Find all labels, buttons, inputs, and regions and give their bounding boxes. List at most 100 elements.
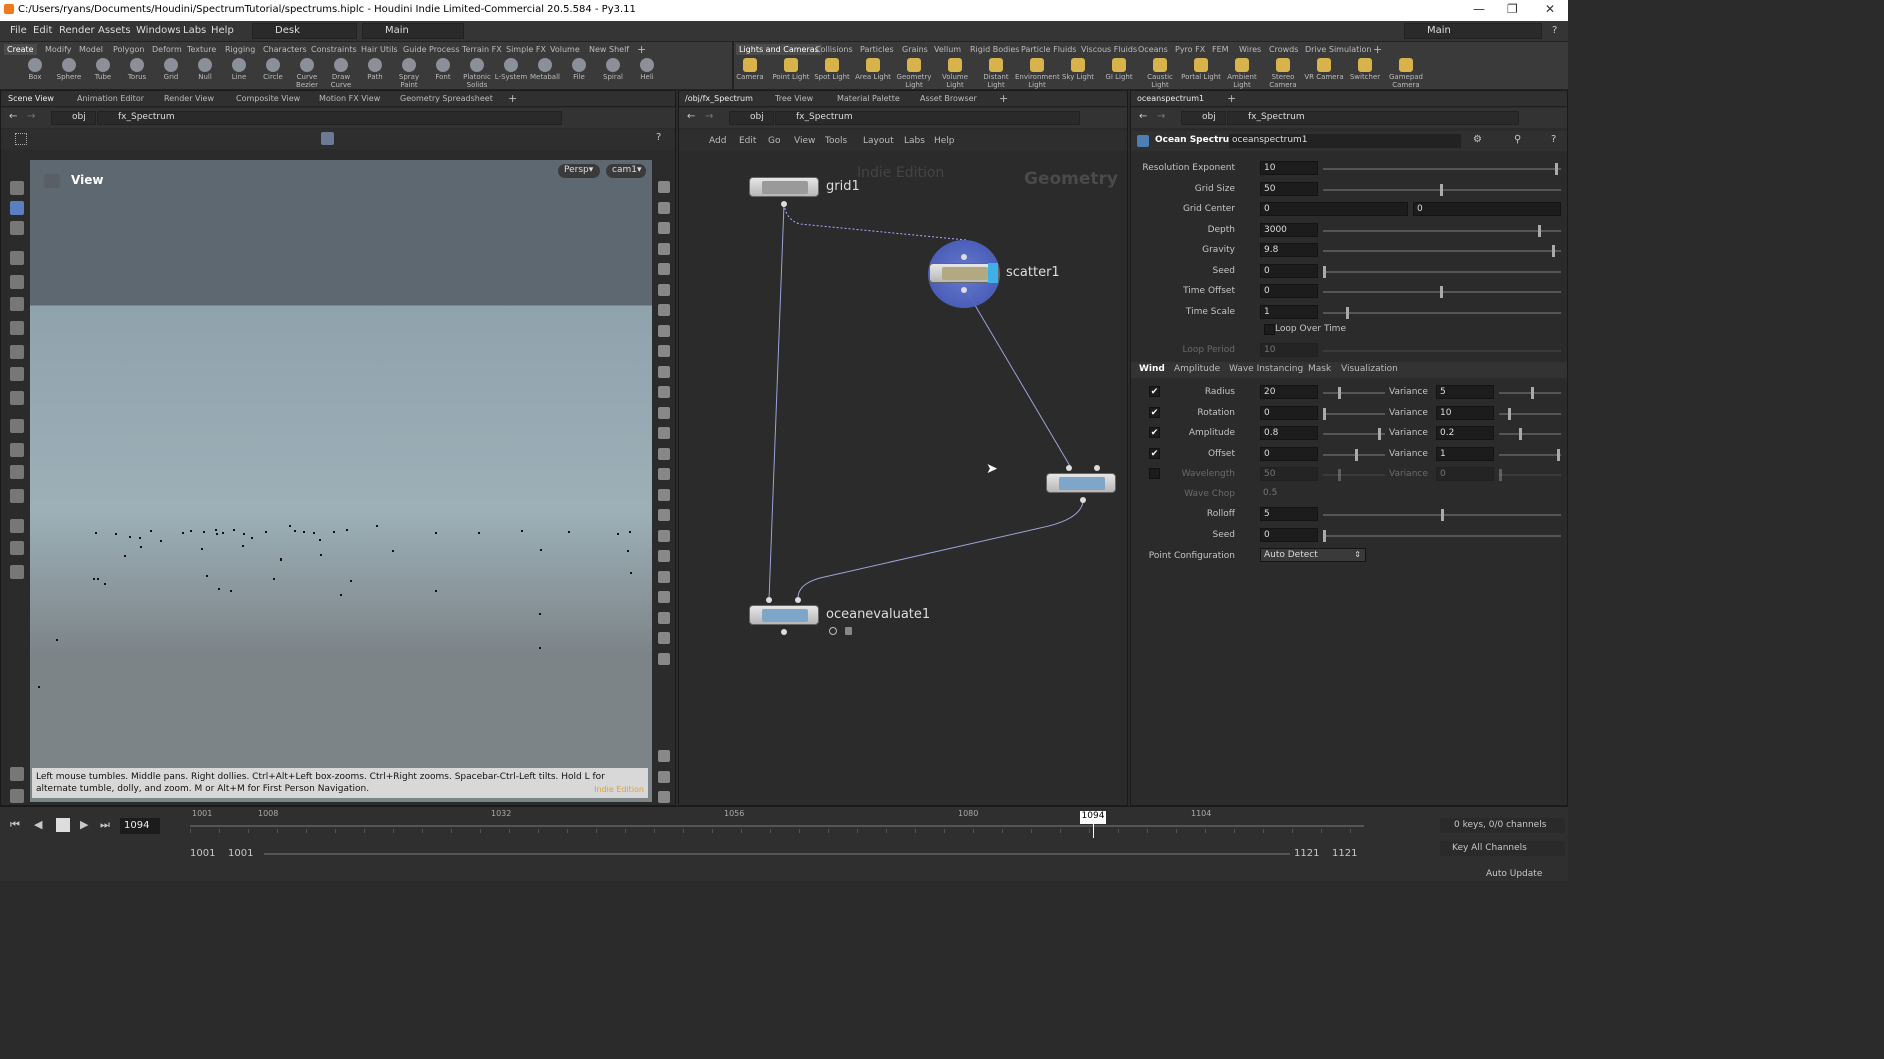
tab-geometry-spreadsheet[interactable]: Geometry Spreadsheet: [400, 94, 493, 103]
shelf-tab-hair-utils[interactable]: Hair Utils: [358, 44, 401, 55]
viewport-tool-icon[interactable]: [10, 275, 24, 289]
tool-box[interactable]: Box: [18, 58, 52, 88]
variance-field-amplitude[interactable]: 0.2: [1436, 426, 1494, 440]
shelf-tab-pyro-fx[interactable]: Pyro FX: [1172, 44, 1208, 55]
param-field-grid-center-y[interactable]: 0: [1413, 202, 1561, 216]
key-all-channels-button[interactable]: Key All Channels: [1440, 841, 1565, 856]
main-dropdown-left[interactable]: Main: [362, 23, 464, 39]
display-option-icon[interactable]: [658, 570, 670, 583]
viewport-tool-icon[interactable]: [10, 465, 24, 479]
param-slider-seed[interactable]: [1323, 270, 1561, 273]
variance-slider-amplitude[interactable]: [1499, 433, 1561, 435]
checkbox-wavelength[interactable]: [1149, 468, 1160, 479]
add-shelf-tab-icon[interactable]: +: [634, 42, 649, 57]
display-option-icon[interactable]: [658, 771, 670, 783]
param-slider-time-scale[interactable]: [1323, 311, 1561, 314]
display-option-icon[interactable]: [658, 550, 670, 562]
param-field-time-offset[interactable]: 0: [1260, 284, 1318, 298]
tool-curve-bezier[interactable]: Curve Bezier: [290, 58, 324, 89]
display-option-icon[interactable]: [658, 468, 670, 480]
param-slider-knob[interactable]: [1555, 163, 1558, 175]
tool-l-system[interactable]: L-System: [494, 58, 528, 88]
tool-draw-curve[interactable]: Draw Curve: [324, 58, 358, 89]
viewport-tool-icon[interactable]: [10, 519, 24, 533]
auto-update-button[interactable]: Auto Update: [1486, 869, 1542, 879]
forward-arrow-icon[interactable]: →: [1157, 111, 1165, 122]
variance-field-offset[interactable]: 1: [1436, 446, 1494, 461]
checkbox-radius[interactable]: ✔: [1149, 386, 1160, 397]
variance-slider-knob[interactable]: [1557, 448, 1560, 461]
param-slider-loop-period[interactable]: [1323, 350, 1561, 352]
param-slider-knob[interactable]: [1440, 286, 1443, 298]
tab-animation-editor[interactable]: Animation Editor: [77, 94, 144, 103]
minimize-icon[interactable]: —: [1473, 2, 1485, 16]
shelf-tab-new-shelf[interactable]: New Shelf: [586, 44, 632, 55]
param-field-seed[interactable]: 0: [1260, 263, 1318, 278]
back-arrow-icon[interactable]: ←: [9, 111, 17, 122]
viewport-tool-icon[interactable]: [10, 767, 24, 781]
shelf-tab-vellum[interactable]: Vellum: [931, 44, 964, 55]
wind-field-wave-chop[interactable]: 0.5: [1260, 487, 1318, 501]
tool-gamepad-camera[interactable]: Gamepad Camera: [1384, 58, 1428, 89]
tool-grid[interactable]: Grid: [154, 58, 188, 88]
tool-circle[interactable]: Circle: [256, 58, 290, 88]
main-dropdown-right[interactable]: Main: [1404, 23, 1542, 39]
wind-slider-knob[interactable]: [1441, 509, 1444, 521]
param-path-root[interactable]: obj: [1181, 111, 1226, 125]
wind-slider-offset[interactable]: [1323, 453, 1385, 456]
wind-slider-amplitude[interactable]: [1323, 433, 1385, 435]
menu-windows[interactable]: Windows: [136, 25, 181, 36]
output-port[interactable]: [781, 201, 787, 207]
jump-start-icon[interactable]: ⏮: [10, 818, 20, 832]
output-port[interactable]: [1080, 497, 1086, 503]
viewport-tool-icon[interactable]: [10, 789, 24, 803]
tool-switcher[interactable]: Switcher: [1343, 58, 1387, 88]
tab-oceanspectrum1[interactable]: oceanspectrum1: [1137, 94, 1204, 103]
range-end2-field[interactable]: 1121: [1332, 848, 1357, 859]
tool-stereo-camera[interactable]: Stereo Camera: [1261, 58, 1305, 89]
shelf-tab-deform[interactable]: Deform: [149, 44, 185, 55]
param-field-time-scale[interactable]: 1: [1260, 304, 1318, 319]
variance-slider-offset[interactable]: [1499, 453, 1561, 456]
timeline-track[interactable]: [190, 825, 1364, 827]
viewport-tool-icon[interactable]: [10, 181, 24, 195]
param-slider-depth[interactable]: [1323, 229, 1561, 232]
checkbox-amplitude[interactable]: ✔: [1149, 427, 1160, 438]
tool-line[interactable]: Line: [222, 58, 256, 88]
help-icon[interactable]: ?: [1552, 25, 1557, 36]
display-option-icon[interactable]: [658, 283, 670, 296]
shelf-tab-simple-fx[interactable]: Simple FX: [503, 44, 549, 55]
network-menu-help[interactable]: Help: [934, 136, 955, 146]
jump-end-icon[interactable]: ⏭: [100, 818, 110, 832]
wind-slider-knob[interactable]: [1323, 407, 1326, 420]
shelf-tab-texture[interactable]: Texture: [184, 44, 219, 55]
range-start2-field[interactable]: 1001: [228, 848, 253, 859]
shelf-tab-crowds[interactable]: Crowds: [1266, 44, 1301, 55]
shelf-tab-particles[interactable]: Particles: [857, 44, 897, 55]
tool-metaball[interactable]: Metaball: [528, 58, 562, 88]
shelf-tab-lights-and-cameras[interactable]: Lights and Cameras: [736, 44, 822, 55]
viewport-tool-icon[interactable]: [10, 221, 24, 235]
subtab-visualization[interactable]: Visualization: [1341, 364, 1398, 374]
menu-help[interactable]: Help: [211, 25, 234, 36]
forward-arrow-icon[interactable]: →: [705, 111, 713, 122]
param-help-icon[interactable]: ?: [1551, 134, 1556, 145]
display-option-icon[interactable]: [658, 222, 670, 234]
shelf-tab-characters[interactable]: Characters: [260, 44, 310, 55]
checkbox-offset[interactable]: ✔: [1149, 447, 1160, 459]
param-slider-gravity[interactable]: [1323, 250, 1561, 252]
tool-torus[interactable]: Torus: [120, 58, 154, 88]
wind-slider-knob[interactable]: [1378, 428, 1381, 440]
tool-geometry-light[interactable]: Geometry Light: [892, 58, 936, 89]
output-port[interactable]: [781, 629, 787, 635]
tool-vr-camera[interactable]: VR Camera: [1302, 58, 1346, 88]
tool-spot-light[interactable]: Spot Light: [810, 58, 854, 88]
display-option-icon[interactable]: [658, 611, 670, 624]
param-slider-knob[interactable]: [1323, 265, 1326, 278]
tab-composite-view[interactable]: Composite View: [236, 94, 300, 103]
desk-dropdown[interactable]: Desk: [252, 23, 357, 39]
network-menu-layout[interactable]: Layout: [863, 136, 894, 146]
input-port[interactable]: [766, 597, 772, 603]
menu-labs[interactable]: Labs: [183, 25, 206, 36]
tab-network[interactable]: /obj/fx_Spectrum: [685, 94, 753, 103]
